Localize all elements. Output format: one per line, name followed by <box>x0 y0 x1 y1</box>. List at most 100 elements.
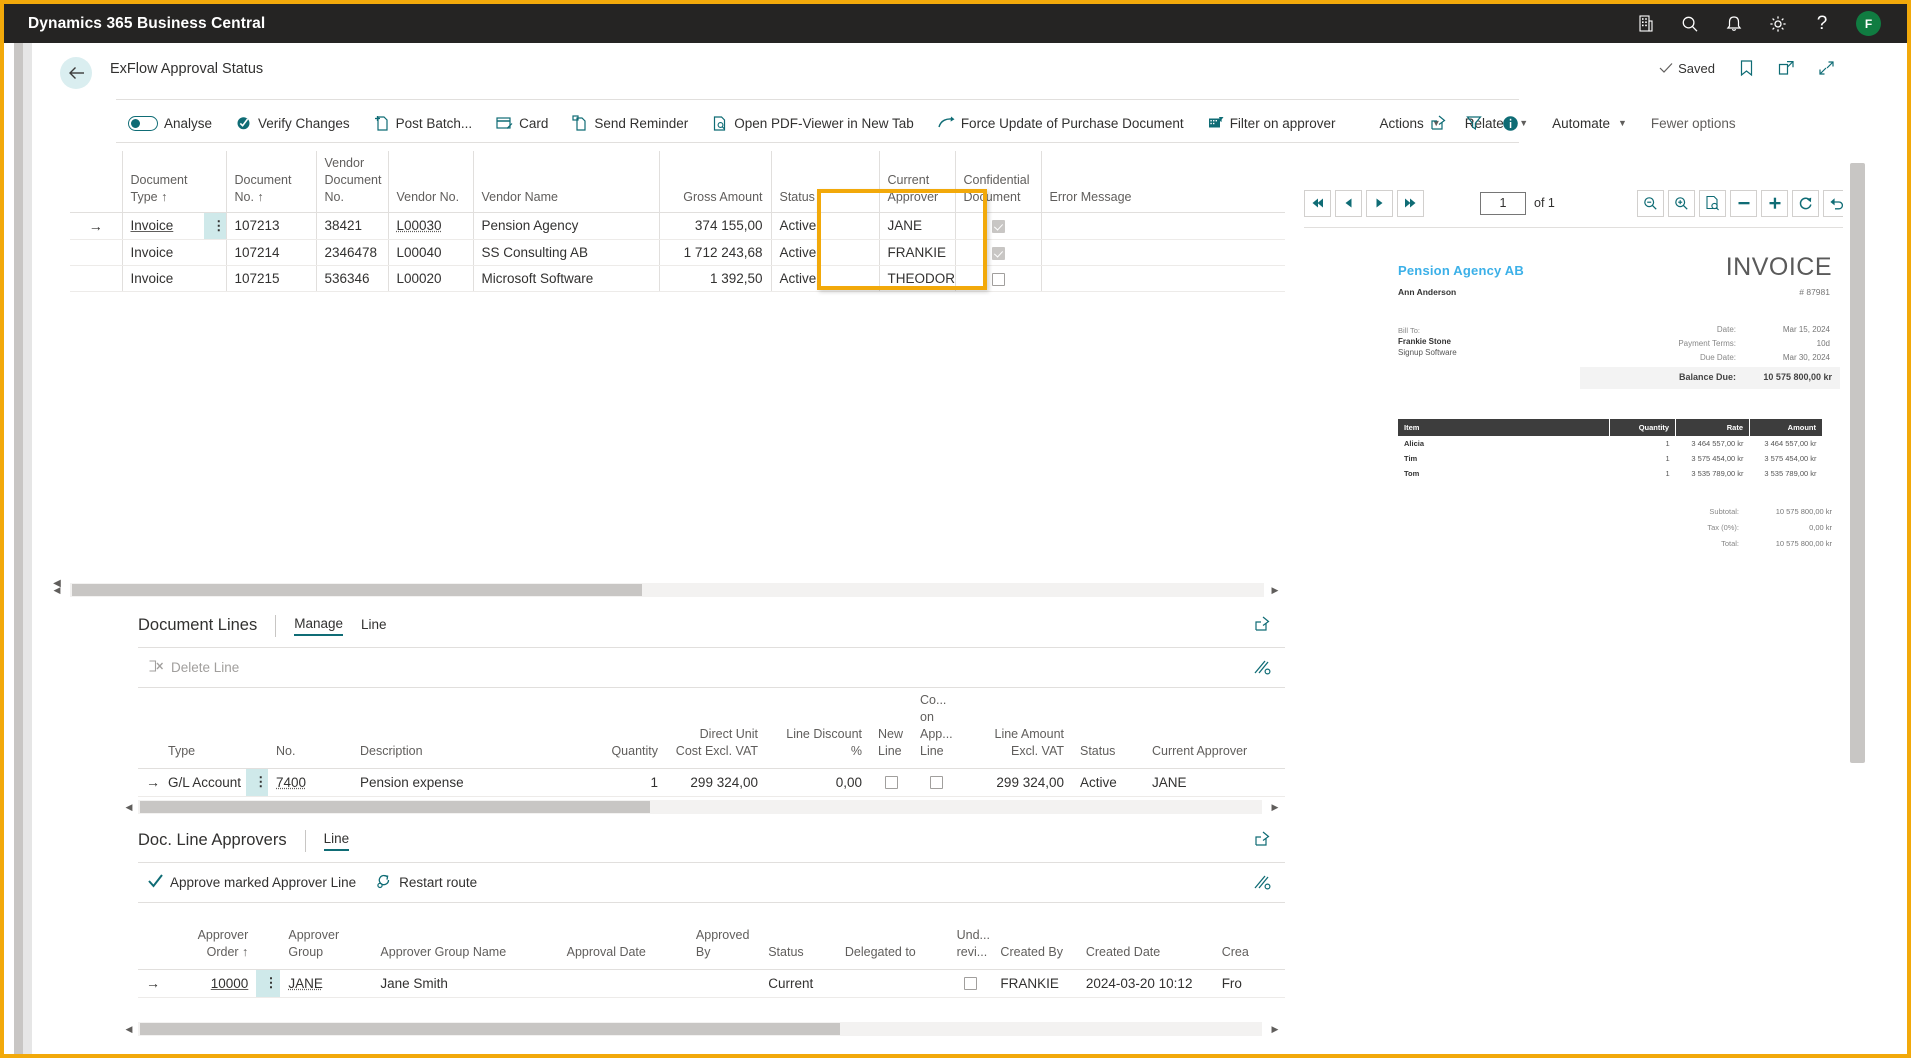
help-question-icon[interactable]: ? <box>1812 14 1832 34</box>
filter-on-approver-button[interactable]: Filter on approver <box>1196 107 1348 139</box>
cell-current-approver[interactable]: JANE <box>879 212 955 239</box>
col-gross-amount[interactable]: Gross Amount <box>659 151 771 212</box>
share-icon[interactable] <box>1429 114 1447 132</box>
col-comment-on-approval-line[interactable]: Co... on App... Line <box>912 688 960 768</box>
analyse-toggle[interactable]: Analyse <box>116 107 224 139</box>
bookmark-icon[interactable] <box>1737 59 1755 77</box>
cell-error-message[interactable] <box>1041 212 1285 239</box>
cell-no[interactable]: 7400 <box>268 768 352 796</box>
personalize-icon[interactable] <box>1253 658 1271 679</box>
fewer-options-button[interactable]: Fewer options <box>1639 107 1748 139</box>
cell-confidential-document[interactable] <box>955 239 1041 265</box>
cell-current-approver[interactable]: THEODORA <box>879 265 955 291</box>
tab-line[interactable]: Line <box>324 831 350 851</box>
cell-document-no[interactable]: 107213 <box>226 212 316 239</box>
col-approver-group-name[interactable]: Approver Group Name <box>372 903 558 969</box>
col-line-amount[interactable]: Line Amount Excl. VAT <box>960 688 1072 768</box>
cell-document-no[interactable]: 107215 <box>226 265 316 291</box>
col-created-by[interactable]: Created By <box>992 903 1077 969</box>
next-page-button[interactable] <box>1366 190 1393 217</box>
previous-page-button[interactable] <box>1335 190 1362 217</box>
cell-error-message[interactable] <box>1041 239 1285 265</box>
col-direct-unit-cost[interactable]: Direct Unit Cost Excl. VAT <box>666 688 766 768</box>
col-created-date[interactable]: Created Date <box>1078 903 1214 969</box>
toggle-switch-icon[interactable] <box>128 116 158 131</box>
cell-vendor-document-no[interactable]: 38421 <box>316 212 388 239</box>
cell-gross-amount[interactable]: 374 155,00 <box>659 212 771 239</box>
post-batch-button[interactable]: Post Batch... <box>362 107 485 139</box>
cell-approval-date[interactable] <box>559 969 688 997</box>
col-approval-date[interactable]: Approval Date <box>559 903 688 969</box>
approve-marked-approver-line-button[interactable]: Approve marked Approver Line <box>138 874 366 891</box>
col-approved-by[interactable]: Approved By <box>688 903 760 969</box>
cell-gross-amount[interactable]: 1 392,50 <box>659 265 771 291</box>
new-line-checkbox[interactable] <box>885 776 898 789</box>
cell-vendor-document-no[interactable]: 2346478 <box>316 239 388 265</box>
company-icon[interactable] <box>1636 14 1656 34</box>
cell-delegated-to[interactable] <box>837 969 949 997</box>
confidential-checkbox[interactable] <box>992 220 1005 233</box>
confidential-checkbox[interactable] <box>992 247 1005 260</box>
grid-horizontal-scrollbar[interactable]: ◀ ▶ <box>50 583 1282 597</box>
cell-status[interactable]: Active <box>771 239 879 265</box>
confidential-checkbox[interactable] <box>992 273 1005 286</box>
col-vendor-no[interactable]: Vendor No. <box>388 151 473 212</box>
cell-created-date[interactable]: 2024-03-20 10:12 <box>1078 969 1214 997</box>
cell-status[interactable]: Active <box>1072 768 1144 796</box>
cell-document-type[interactable]: Invoice <box>122 265 204 291</box>
cell-vendor-no[interactable]: L00020 <box>388 265 473 291</box>
cell-gross-amount[interactable]: 1 712 243,68 <box>659 239 771 265</box>
refresh-button[interactable] <box>1792 190 1819 217</box>
cell-vendor-name[interactable]: SS Consulting AB <box>473 239 659 265</box>
table-row[interactable]: Invoice 107214 2346478 L00040 SS Consult… <box>70 239 1285 265</box>
automate-menu[interactable]: Automate ▼ <box>1540 107 1639 139</box>
search-icon[interactable] <box>1680 14 1700 34</box>
cell-approver-group[interactable]: JANE <box>280 969 372 997</box>
col-status[interactable]: Status <box>771 151 879 212</box>
zoom-decrease-button[interactable] <box>1730 190 1757 217</box>
tab-line[interactable]: Line <box>361 617 387 635</box>
under-review-checkbox[interactable] <box>964 977 977 990</box>
send-reminder-button[interactable]: Send Reminder <box>560 107 700 139</box>
scroll-thumb[interactable] <box>140 1023 840 1035</box>
verify-changes-button[interactable]: Verify Changes <box>224 107 362 139</box>
doc-line-approvers-scrollbar[interactable]: ◀ ▶ <box>122 1022 1282 1036</box>
notification-bell-icon[interactable] <box>1724 14 1744 34</box>
col-vendor-name[interactable]: Vendor Name <box>473 151 659 212</box>
user-avatar[interactable]: F <box>1856 11 1881 36</box>
col-current-approver[interactable]: Current Approver <box>1144 688 1285 768</box>
row-context-menu[interactable]: ⋮ <box>204 212 226 239</box>
cell-status[interactable]: Active <box>771 212 879 239</box>
cell-status[interactable]: Current <box>760 969 837 997</box>
cell-approved-by[interactable] <box>688 969 760 997</box>
cell-document-type[interactable]: Invoice <box>122 239 204 265</box>
col-document-type[interactable]: Document Type ↑ <box>122 151 204 212</box>
settings-gear-icon[interactable] <box>1768 14 1788 34</box>
filter-icon[interactable] <box>1465 114 1483 132</box>
back-button[interactable] <box>60 57 92 89</box>
cell-type[interactable]: G/L Account <box>160 768 246 796</box>
row-context-menu[interactable] <box>204 265 226 291</box>
cell-description[interactable]: Pension expense <box>352 768 588 796</box>
last-page-button[interactable] <box>1397 190 1424 217</box>
scroll-left-arrow[interactable]: ◀ <box>122 800 136 814</box>
comment-on-approval-line-checkbox[interactable] <box>930 776 943 789</box>
cell-line-amount[interactable]: 299 324,00 <box>960 768 1072 796</box>
col-error-message[interactable]: Error Message <box>1041 151 1285 212</box>
card-button[interactable]: Card <box>484 107 560 139</box>
col-confidential-document[interactable]: Confidential Document <box>955 151 1041 212</box>
window-scroll-thumb[interactable] <box>1850 163 1865 763</box>
col-current-approver[interactable]: Current Approver <box>879 151 955 212</box>
cell-approver-order[interactable]: 10000 <box>162 969 256 997</box>
document-lines-scrollbar[interactable]: ◀ ▶ <box>122 800 1282 814</box>
col-approver-order[interactable]: Approver Order ↑ <box>162 903 256 969</box>
open-pdf-viewer-button[interactable]: Open PDF-Viewer in New Tab <box>700 107 926 139</box>
cell-vendor-document-no[interactable]: 536346 <box>316 265 388 291</box>
personalize-icon[interactable] <box>1253 873 1271 894</box>
col-new-line[interactable]: New Line <box>870 688 912 768</box>
open-in-new-window-icon[interactable] <box>1777 59 1795 77</box>
cell-current-approver[interactable]: FRANKIE <box>879 239 955 265</box>
scroll-thumb[interactable] <box>140 801 650 813</box>
zoom-increase-button[interactable] <box>1761 190 1788 217</box>
cell-new-line[interactable] <box>870 768 912 796</box>
